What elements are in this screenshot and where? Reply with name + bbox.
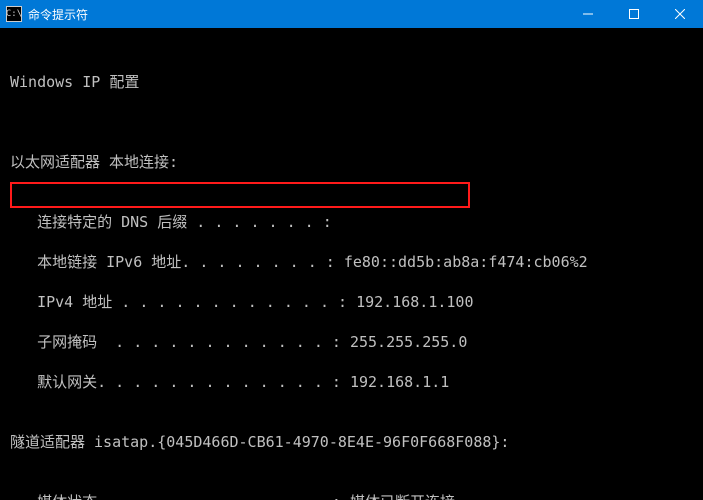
minimize-button[interactable] bbox=[565, 0, 611, 28]
maximize-icon bbox=[629, 9, 639, 19]
titlebar[interactable]: C:\ 命令提示符 bbox=[0, 0, 703, 28]
maximize-button[interactable] bbox=[611, 0, 657, 28]
close-icon bbox=[675, 9, 685, 19]
window-title: 命令提示符 bbox=[28, 6, 88, 23]
terminal-line: 子网掩码 . . . . . . . . . . . . : 255.255.2… bbox=[10, 332, 695, 352]
terminal-line: 默认网关. . . . . . . . . . . . . : 192.168.… bbox=[10, 372, 695, 392]
terminal-output[interactable]: Windows IP 配置 以太网适配器 本地连接: 连接特定的 DNS 后缀 … bbox=[0, 28, 703, 500]
close-button[interactable] bbox=[657, 0, 703, 28]
terminal-line: Windows IP 配置 bbox=[10, 72, 695, 92]
terminal-line: 以太网适配器 本地连接: bbox=[10, 152, 695, 172]
minimize-icon bbox=[583, 9, 593, 19]
terminal-line: 连接特定的 DNS 后缀 . . . . . . . : bbox=[10, 212, 695, 232]
terminal-line: 媒体状态 . . . . . . . . . . . . : 媒体已断开连接 bbox=[10, 492, 695, 500]
terminal-line: IPv4 地址 . . . . . . . . . . . . : 192.16… bbox=[10, 292, 695, 312]
terminal-line: 隧道适配器 isatap.{045D466D-CB61-4970-8E4E-96… bbox=[10, 432, 695, 452]
app-icon: C:\ bbox=[6, 6, 22, 22]
terminal-line: 本地链接 IPv6 地址. . . . . . . . : fe80::dd5b… bbox=[10, 252, 695, 272]
cmd-window: C:\ 命令提示符 Windows IP 配置 以太网适配器 本地连接: 连接特… bbox=[0, 0, 703, 500]
